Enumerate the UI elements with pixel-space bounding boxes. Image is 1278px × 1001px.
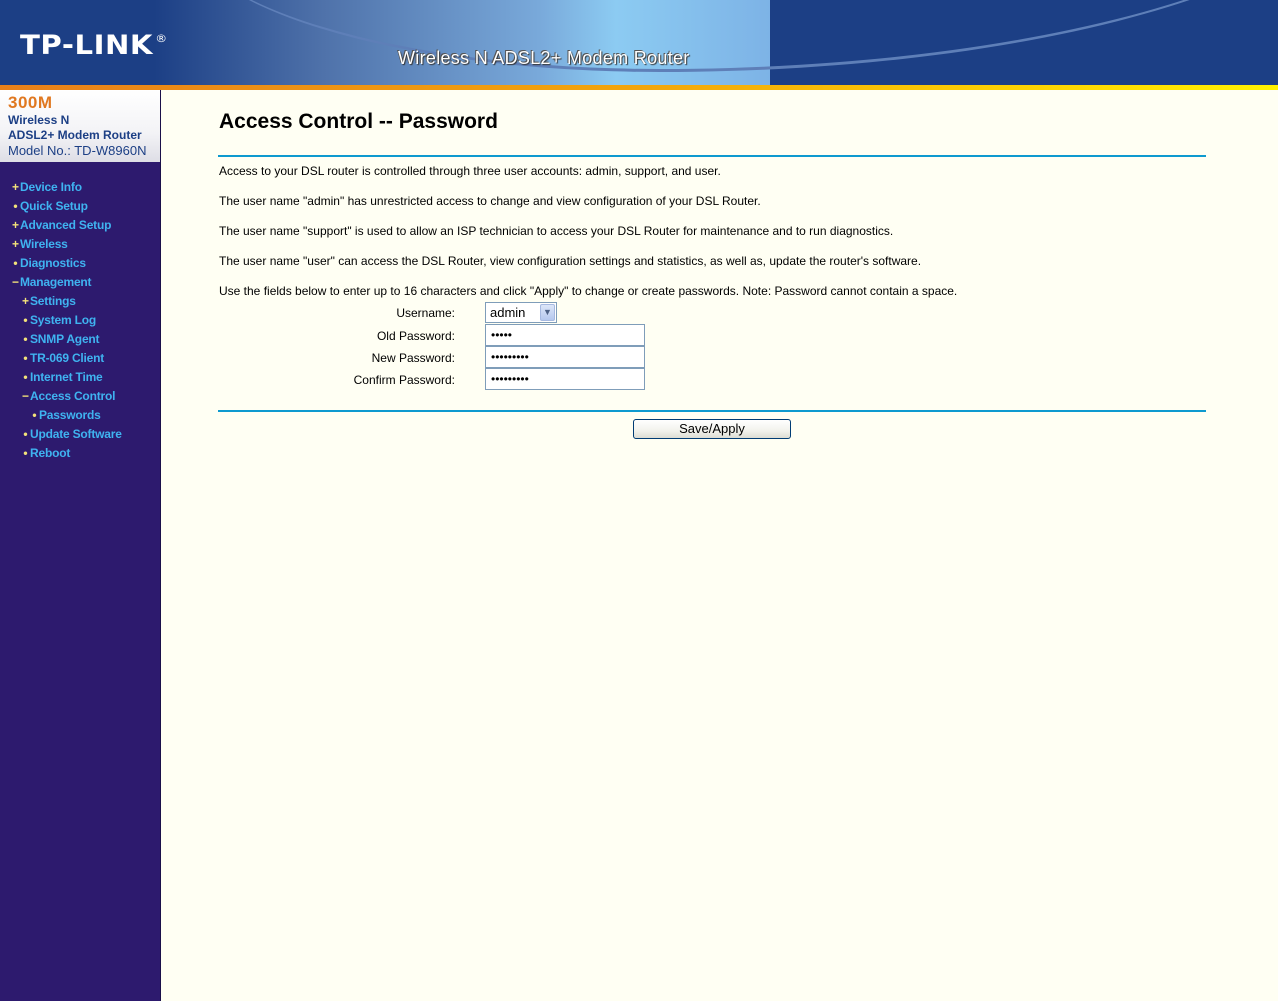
sidebar-item-label: Management (20, 275, 92, 289)
sidebar-item-device-info[interactable]: +Device Info (0, 178, 160, 197)
bullet-dot-icon: • (23, 313, 28, 327)
expand-plus-icon: + (11, 237, 19, 251)
sidebar: 300M Wireless N ADSL2+ Modem Router Mode… (0, 90, 161, 1001)
model-line-1: Wireless N (8, 113, 70, 127)
sidebar-item-access-control[interactable]: −Access Control (0, 387, 160, 406)
description-instructions: Use the fields below to enter up to 16 c… (219, 284, 958, 298)
expand-plus-icon: + (11, 218, 19, 232)
header-banner: TP-LINK ® Wireless N ADSL2+ Modem Router (0, 0, 1278, 85)
sidebar-item-diagnostics[interactable]: • Diagnostics (0, 254, 160, 273)
bullet-dot-icon: • (32, 408, 37, 422)
brand-name: TP-LINK (20, 30, 154, 61)
username-label: Username: (396, 306, 455, 320)
sidebar-item-internet-time[interactable]: • Internet Time (0, 368, 160, 387)
sidebar-item-advanced-setup[interactable]: +Advanced Setup (0, 216, 160, 235)
sidebar-item-system-log[interactable]: • System Log (0, 311, 160, 330)
sidebar-item-label: Passwords (39, 408, 101, 422)
sidebar-item-label: System Log (30, 313, 97, 327)
bullet-dot-icon: • (13, 199, 18, 213)
sidebar-item-label: Access Control (30, 389, 116, 403)
old-password-label: Old Password: (376, 329, 455, 343)
model-info-box: 300M Wireless N ADSL2+ Modem Router Mode… (0, 90, 160, 162)
sidebar-item-management[interactable]: −Management (0, 273, 160, 292)
username-select-value: admin (490, 305, 526, 320)
sidebar-item-settings[interactable]: +Settings (0, 292, 160, 311)
model-speed: 300M (8, 93, 53, 112)
save-apply-button[interactable]: Save/Apply (633, 419, 791, 439)
sidebar-item-update-software[interactable]: • Update Software (0, 425, 160, 444)
sidebar-item-label: SNMP Agent (30, 332, 100, 346)
bullet-dot-icon: • (13, 256, 18, 270)
sidebar-nav: +Device Info • Quick Setup +Advanced Setu… (0, 178, 160, 463)
sidebar-item-label: Reboot (30, 446, 71, 460)
expand-plus-icon: + (21, 294, 29, 308)
sidebar-item-label: Quick Setup (20, 199, 88, 213)
chevron-down-icon[interactable]: ▼ (540, 304, 555, 321)
main-content: Access Control -- Password Access to you… (161, 90, 1278, 1001)
bullet-dot-icon: • (23, 427, 28, 441)
tp-link-logo: TP-LINK ® (20, 30, 168, 61)
bullet-dot-icon: • (23, 351, 28, 365)
collapse-minus-icon: − (11, 275, 19, 289)
sidebar-item-label: Internet Time (30, 370, 103, 384)
registered-mark: ® (155, 32, 168, 45)
collapse-minus-icon: − (21, 389, 29, 403)
model-number: Model No.: TD-W8960N (8, 143, 147, 158)
description-user: The user name "user" can access the DSL … (219, 254, 922, 268)
divider-bottom (218, 410, 1206, 412)
divider-top (218, 155, 1206, 157)
sidebar-item-label: Wireless (20, 237, 68, 251)
username-select[interactable]: admin ▼ (485, 302, 557, 323)
sidebar-item-label: Settings (30, 294, 76, 308)
sidebar-item-quick-setup[interactable]: • Quick Setup (0, 197, 160, 216)
sidebar-item-reboot[interactable]: • Reboot (0, 444, 160, 463)
new-password-label: New Password: (371, 351, 455, 365)
sidebar-item-tr069-client[interactable]: • TR-069 Client (0, 349, 160, 368)
sidebar-item-passwords[interactable]: • Passwords (0, 406, 160, 425)
sidebar-item-wireless[interactable]: +Wireless (0, 235, 160, 254)
sidebar-item-label: Advanced Setup (20, 218, 112, 232)
page-title: Access Control -- Password (219, 110, 498, 133)
product-title: Wireless N ADSL2+ Modem Router (398, 48, 690, 68)
bullet-dot-icon: • (23, 446, 28, 460)
sidebar-item-label: TR-069 Client (30, 351, 105, 365)
sidebar-item-label: Update Software (30, 427, 122, 441)
description-admin: The user name "admin" has unrestricted a… (219, 194, 761, 208)
confirm-password-label: Confirm Password: (353, 373, 455, 387)
sidebar-item-label: Diagnostics (20, 256, 86, 270)
sidebar-item-label: Device Info (20, 180, 82, 194)
description-accounts: Access to your DSL router is controlled … (219, 164, 721, 178)
expand-plus-icon: + (11, 180, 19, 194)
confirm-password-field[interactable]: ••••••••• (485, 368, 645, 390)
sidebar-item-snmp-agent[interactable]: • SNMP Agent (0, 330, 160, 349)
bullet-dot-icon: • (23, 332, 28, 346)
model-line-2: ADSL2+ Modem Router (8, 128, 142, 142)
new-password-field[interactable]: ••••••••• (485, 346, 645, 368)
bullet-dot-icon: • (23, 370, 28, 384)
old-password-field[interactable]: ••••• (485, 324, 645, 346)
description-support: The user name "support" is used to allow… (219, 224, 894, 238)
